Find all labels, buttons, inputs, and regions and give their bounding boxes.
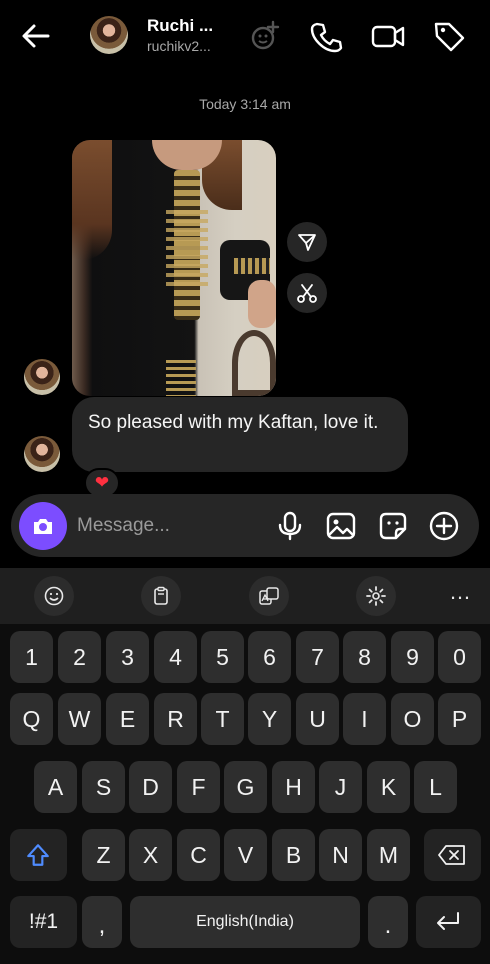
key-e[interactable]: E xyxy=(106,693,149,745)
shift-key[interactable] xyxy=(10,829,67,881)
photo-hair xyxy=(72,140,112,260)
backspace-key[interactable] xyxy=(424,829,481,881)
back-arrow-icon[interactable] xyxy=(18,18,54,54)
key-2[interactable]: 2 xyxy=(58,631,101,683)
microphone-icon[interactable] xyxy=(274,510,306,542)
key-l[interactable]: L xyxy=(414,761,457,813)
shared-photo[interactable] xyxy=(72,140,276,396)
key-k[interactable]: K xyxy=(367,761,410,813)
translate-icon[interactable] xyxy=(249,576,289,616)
key-s[interactable]: S xyxy=(82,761,125,813)
tag-icon[interactable] xyxy=(431,18,467,54)
key-4[interactable]: 4 xyxy=(154,631,197,683)
key-8[interactable]: 8 xyxy=(343,631,386,683)
enter-icon xyxy=(437,912,459,930)
key-b[interactable]: B xyxy=(272,829,315,881)
photo-embroidery xyxy=(166,210,208,290)
key-i[interactable]: I xyxy=(343,693,386,745)
contact-name[interactable]: Ruchi ... xyxy=(147,16,213,36)
clipboard-icon[interactable] xyxy=(141,576,181,616)
message-composer xyxy=(11,494,479,557)
sticker-icon[interactable] xyxy=(377,510,409,542)
key-x[interactable]: X xyxy=(129,829,172,881)
photo-hand xyxy=(248,280,276,328)
camera-button[interactable] xyxy=(19,502,67,550)
key-0[interactable]: 0 xyxy=(438,631,481,683)
key-y[interactable]: Y xyxy=(248,693,291,745)
sender-avatar[interactable] xyxy=(24,359,60,395)
message-timestamp: Today 3:14 am xyxy=(199,96,291,112)
key-r[interactable]: R xyxy=(154,693,197,745)
settings-gear-icon[interactable] xyxy=(356,576,396,616)
key-c[interactable]: C xyxy=(177,829,220,881)
photo-chair xyxy=(232,330,276,396)
scissors-icon xyxy=(297,284,317,303)
add-people-icon[interactable] xyxy=(248,18,284,54)
share-button[interactable] xyxy=(287,222,327,262)
message-bubble[interactable]: So pleased with my Kaftan, love it. xyxy=(72,397,408,472)
key-m[interactable]: M xyxy=(367,829,410,881)
contact-username[interactable]: ruchikv2... xyxy=(147,38,211,54)
key-1[interactable]: 1 xyxy=(10,631,53,683)
key-p[interactable]: P xyxy=(438,693,481,745)
key-j[interactable]: J xyxy=(319,761,362,813)
backspace-icon xyxy=(438,845,465,865)
key-f[interactable]: F xyxy=(177,761,220,813)
add-icon[interactable] xyxy=(428,510,460,542)
emoji-icon[interactable] xyxy=(34,576,74,616)
key-z[interactable]: Z xyxy=(82,829,125,881)
remix-button[interactable] xyxy=(287,273,327,313)
message-input[interactable] xyxy=(77,510,257,542)
more-options-icon[interactable]: … xyxy=(440,576,480,616)
key-d[interactable]: D xyxy=(129,761,172,813)
keyboard: … 1 2 3 4 5 6 7 8 9 0 Q W E R T Y U I O … xyxy=(0,568,490,964)
key-q[interactable]: Q xyxy=(10,693,53,745)
keyboard-toolbar: … xyxy=(0,568,490,624)
key-o[interactable]: O xyxy=(391,693,434,745)
photo-cuff xyxy=(234,258,270,274)
video-call-icon[interactable] xyxy=(370,18,406,54)
enter-key[interactable] xyxy=(416,896,481,948)
camera-icon xyxy=(34,519,52,534)
key-6[interactable]: 6 xyxy=(248,631,291,683)
symbols-key[interactable]: !#1 xyxy=(10,896,77,948)
sender-avatar[interactable] xyxy=(24,436,60,472)
send-icon xyxy=(298,234,316,251)
chat-header: Ruchi ... ruchikv2... xyxy=(0,0,490,76)
phone-icon[interactable] xyxy=(308,18,344,54)
space-key[interactable]: English(India) xyxy=(130,896,360,948)
shift-icon xyxy=(27,844,49,866)
key-w[interactable]: W xyxy=(58,693,101,745)
key-a[interactable]: A xyxy=(34,761,77,813)
period-key[interactable]: . xyxy=(368,896,408,948)
photo-hem xyxy=(166,360,196,396)
key-n[interactable]: N xyxy=(319,829,362,881)
keyboard-keys: 1 2 3 4 5 6 7 8 9 0 Q W E R T Y U I O P … xyxy=(0,624,490,964)
key-u[interactable]: U xyxy=(296,693,339,745)
key-5[interactable]: 5 xyxy=(201,631,244,683)
key-3[interactable]: 3 xyxy=(106,631,149,683)
key-t[interactable]: T xyxy=(201,693,244,745)
key-g[interactable]: G xyxy=(224,761,267,813)
key-9[interactable]: 9 xyxy=(391,631,434,683)
contact-avatar[interactable] xyxy=(90,16,128,54)
gallery-icon[interactable] xyxy=(325,510,357,542)
key-7[interactable]: 7 xyxy=(296,631,339,683)
comma-key[interactable]: , xyxy=(82,896,122,948)
key-v[interactable]: V xyxy=(224,829,267,881)
key-h[interactable]: H xyxy=(272,761,315,813)
